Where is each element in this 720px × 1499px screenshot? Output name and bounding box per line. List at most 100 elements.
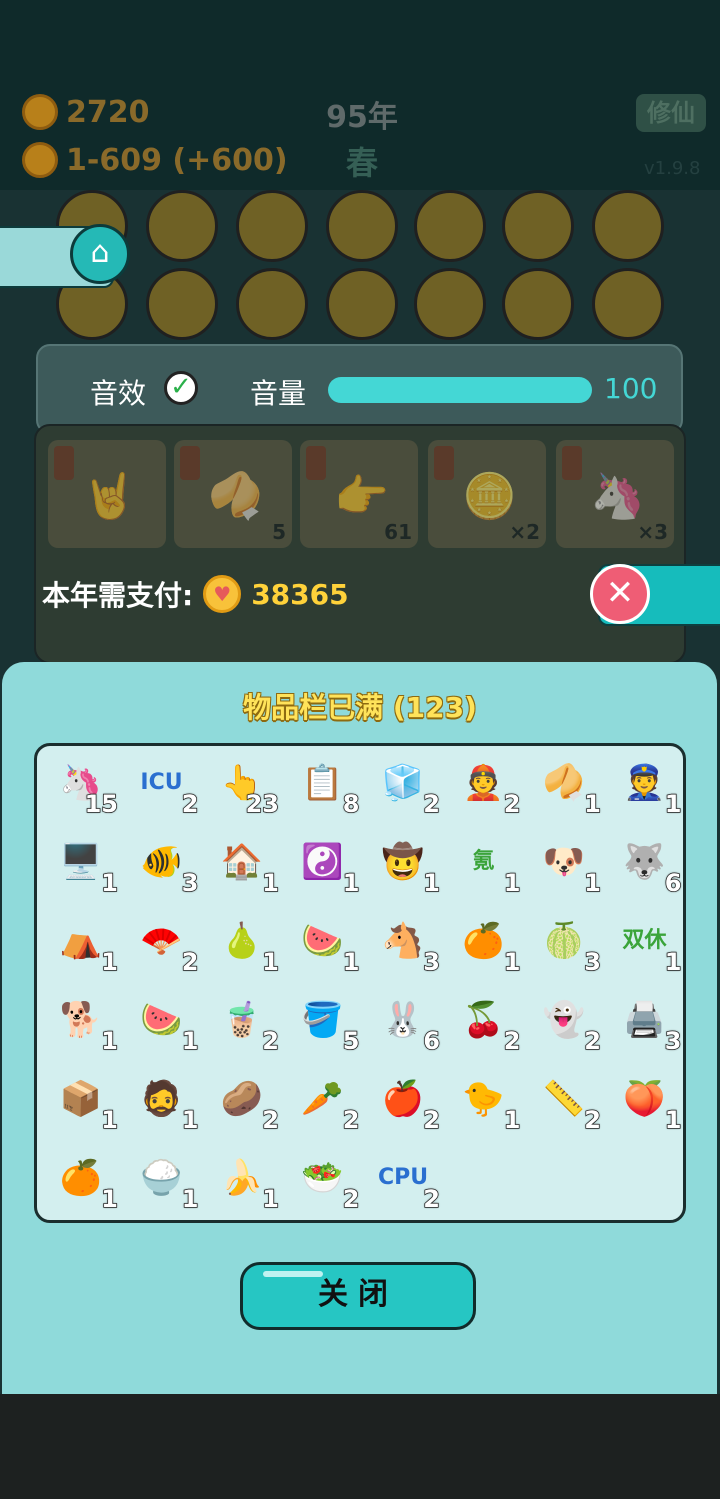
inventory-item[interactable]: 🥠 1	[535, 756, 602, 819]
xiuxian-button[interactable]: 修仙	[636, 94, 706, 132]
close-button[interactable]: ✕	[590, 564, 650, 624]
unicorn-icon: 🦄	[590, 471, 645, 522]
inventory-item[interactable]: ICU 2	[133, 756, 199, 819]
inventory-item[interactable]: 👻 2	[535, 993, 602, 1056]
inventory-item[interactable]: 双休 1	[616, 914, 682, 977]
item-count: 2	[423, 1184, 441, 1214]
item-count: 2	[503, 1026, 521, 1056]
inventory-item[interactable]: 👮 1	[616, 756, 682, 819]
item-icon: 🪭	[140, 921, 183, 961]
inventory-item[interactable]: 🐴 3	[374, 914, 441, 977]
item-icon: 🖨️	[623, 1000, 666, 1040]
home-button[interactable]: ⌂	[70, 224, 130, 284]
inventory-item[interactable]: 🪭 2	[133, 914, 199, 977]
close-inventory-button[interactable]: 关闭	[240, 1262, 476, 1330]
inventory-item[interactable]: 🍑 1	[616, 1072, 682, 1135]
item-count: 1	[503, 947, 521, 977]
item-icon: 🍊	[59, 1158, 103, 1198]
inventory-item[interactable]: 🐠 3	[133, 835, 199, 898]
item-icon: 🍉	[140, 1000, 183, 1040]
item-icon: 🍑	[623, 1079, 666, 1119]
inventory-item[interactable]: 🐰 6	[374, 993, 441, 1056]
item-icon: CPU	[377, 1165, 429, 1190]
inventory-item[interactable]: 🦄 15	[52, 756, 119, 819]
item-count: 1	[101, 868, 119, 898]
item-count: 2	[342, 1105, 360, 1135]
inventory-item[interactable]: 🍐 1	[213, 914, 280, 977]
inventory-item[interactable]: 🤠 1	[374, 835, 441, 898]
inventory-item[interactable]: 🍎 2	[374, 1072, 441, 1135]
inventory-item[interactable]: 🧊 2	[374, 756, 441, 819]
inventory-item[interactable]: 🐕 1	[52, 993, 119, 1056]
item-icon: 🥔	[220, 1079, 264, 1119]
item-count: 3	[664, 1026, 682, 1056]
item-icon: 🥠	[542, 763, 586, 803]
item-icon: 🧋	[220, 1000, 264, 1040]
inventory-item[interactable]: 📏 2	[535, 1072, 602, 1135]
inventory-item[interactable]: 🍊 1	[52, 1151, 119, 1214]
inventory-item[interactable]: 🖨️ 3	[616, 993, 682, 1056]
item-icon: 🐺	[623, 842, 666, 882]
inventory-item[interactable]: 🐺 6	[616, 835, 682, 898]
inventory-item[interactable]: ☯️ 1	[294, 835, 360, 898]
inventory-item[interactable]: 🥕 2	[294, 1072, 360, 1135]
shop-item-bowl	[236, 190, 308, 262]
item-icon: 👲	[462, 763, 505, 803]
inventory-item[interactable]: 🍌 1	[213, 1151, 280, 1214]
item-count: 8	[342, 789, 360, 819]
item-count: 2	[342, 1184, 360, 1214]
item-count: 2	[423, 1105, 441, 1135]
item-count: 3	[423, 947, 441, 977]
item-count: 1	[342, 947, 360, 977]
sound-effect-checkbox[interactable]: ✓	[164, 371, 198, 405]
shop-item-pump	[414, 190, 486, 262]
volume-slider[interactable]	[328, 377, 592, 403]
item-icon: 🧊	[381, 763, 425, 803]
item-count: 1	[262, 947, 280, 977]
bottom-area	[0, 1394, 720, 1499]
item-count: 1	[584, 868, 602, 898]
item-count: 2	[181, 947, 199, 977]
inventory-item[interactable]: 📦 1	[52, 1072, 119, 1135]
shop-item-pair-2	[326, 268, 398, 340]
item-icon: 🐶	[542, 842, 586, 882]
item-count: 2	[423, 789, 441, 819]
inventory-item[interactable]: ⛺ 1	[52, 914, 119, 977]
season-label: 春	[345, 144, 378, 182]
inventory-item[interactable]: 👆 23	[213, 756, 280, 819]
inventory-item[interactable]: 🥔 2	[213, 1072, 280, 1135]
item-count: 1	[181, 1026, 199, 1056]
inventory-item[interactable]: 🍈 3	[535, 914, 602, 977]
inventory-item[interactable]: 🧋 2	[213, 993, 280, 1056]
inventory-item[interactable]: CPU 2	[374, 1151, 441, 1214]
inventory-item[interactable]: 📋 8	[294, 756, 360, 819]
item-count: 6	[423, 1026, 441, 1056]
item-icon: 🍈	[542, 921, 586, 961]
inventory-item[interactable]: 🧔 1	[133, 1072, 199, 1135]
inventory-item[interactable]: 🍉 1	[294, 914, 360, 977]
item-icon: 🏠	[220, 842, 264, 882]
item-count: 23	[245, 789, 280, 819]
inventory-item[interactable]: 🐶 1	[535, 835, 602, 898]
inventory-item[interactable]: 🍊 1	[455, 914, 521, 977]
shop-item-pair	[236, 268, 308, 340]
item-count: 1	[423, 868, 441, 898]
item-icon: 📋	[301, 763, 344, 803]
inventory-item[interactable]: 🍚 1	[133, 1151, 199, 1214]
sound-effect-label: 音效	[90, 377, 147, 410]
inventory-item[interactable]: 🪣 5	[294, 993, 360, 1056]
item-count: 1	[101, 1184, 119, 1214]
inventory-item[interactable]: 🖥️ 1	[52, 835, 119, 898]
inventory-item[interactable]: 👲 2	[455, 756, 521, 819]
inventory-item[interactable]: 🍒 2	[455, 993, 521, 1056]
item-icon: 🐤	[462, 1079, 505, 1119]
inventory-item[interactable]: 🍉 1	[133, 993, 199, 1056]
volume-value: 100	[604, 372, 658, 405]
shelf-count: 5	[272, 520, 286, 544]
inventory-item[interactable]: 氪1	[455, 835, 521, 898]
inventory-item[interactable]: 🥗 2	[294, 1151, 360, 1214]
inventory-item[interactable]: 🏠 1	[213, 835, 280, 898]
item-count: 1	[101, 1105, 119, 1135]
item-icon: ⛺	[59, 921, 103, 961]
inventory-item[interactable]: 🐤 1	[455, 1072, 521, 1135]
